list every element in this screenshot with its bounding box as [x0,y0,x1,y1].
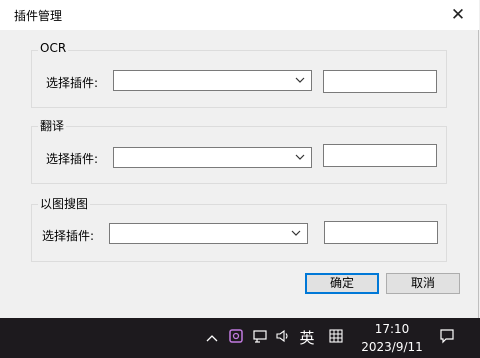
plugin-manager-dialog: 插件管理 ✕ OCR 选择插件: 翻译 选择插件: 以图搜图 选择插件: 确定 … [0,0,479,318]
network-icon[interactable] [251,328,269,348]
ok-button[interactable]: 确定 [305,273,379,294]
taskbar: 英 17:10 2023/9/11 [0,318,480,358]
translate-plugin-textbox[interactable] [323,144,437,167]
notification-icon[interactable] [437,328,457,348]
ocr-group: OCR 选择插件: [31,41,447,108]
chevron-down-icon [295,77,305,83]
translate-group: 翻译 选择插件: [31,117,447,184]
image-search-plugin-textbox[interactable] [324,221,438,244]
image-search-group: 以图搜图 选择插件: [31,195,447,262]
translate-plugin-select[interactable] [113,147,312,168]
translate-plugin-label: 选择插件: [46,152,99,166]
ocr-plugin-textbox[interactable] [323,70,437,93]
ocr-group-legend: OCR [38,41,69,55]
image-search-plugin-select[interactable] [109,223,308,244]
title-bar: 插件管理 ✕ [0,0,479,30]
close-icon[interactable]: ✕ [445,2,471,28]
clock-date: 2023/9/11 [361,340,423,354]
ocr-plugin-label: 选择插件: [46,76,99,90]
volume-icon[interactable] [273,328,293,348]
chevron-down-icon [295,154,305,160]
window-title: 插件管理 [14,9,63,23]
chevron-up-icon[interactable] [203,328,221,348]
app-tray-icon[interactable] [227,328,245,348]
translate-group-legend: 翻译 [38,117,67,134]
ocr-plugin-select[interactable] [113,70,312,91]
system-clock[interactable]: 17:10 2023/9/11 [354,320,430,356]
cancel-button[interactable]: 取消 [386,273,460,294]
ime-mode-icon[interactable] [326,328,346,348]
image-search-group-legend: 以图搜图 [38,195,91,212]
ime-language-indicator[interactable]: 英 [297,328,317,348]
image-search-plugin-label: 选择插件: [42,229,95,243]
clock-time: 17:10 [374,322,410,336]
chevron-down-icon [291,230,301,236]
